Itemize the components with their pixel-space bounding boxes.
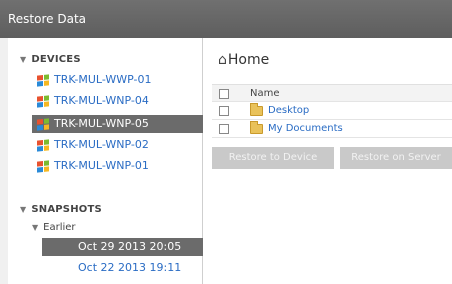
device-label: TRK-MUL-WNP-05 <box>54 117 149 130</box>
row-checkbox[interactable] <box>219 124 229 134</box>
windows-icon <box>37 139 49 152</box>
window-title: Restore Data <box>0 0 452 38</box>
table-header: Name <box>212 84 452 102</box>
main-panel: ⌂Home Name Desktop My Documents Restore … <box>204 38 452 284</box>
device-label: TRK-MUL-WNP-04 <box>54 94 149 107</box>
breadcrumb-label: Home <box>227 52 270 68</box>
action-bar: Restore to Device Restore on Server <box>212 147 452 169</box>
file-name-link[interactable]: My Documents <box>268 120 343 138</box>
device-label: TRK-MUL-WWP-01 <box>54 73 152 86</box>
folder-icon <box>250 121 263 134</box>
restore-to-device-button[interactable]: Restore to Device <box>212 147 334 169</box>
snapshot-item-1[interactable]: Oct 29 2013 20:05 <box>42 238 203 256</box>
device-item-2[interactable]: TRK-MUL-WNP-04 <box>32 92 203 110</box>
triangle-down-icon: ▼ <box>20 205 27 214</box>
column-header-name[interactable]: Name <box>250 85 280 103</box>
file-table: Name Desktop My Documents <box>212 84 452 138</box>
device-item-1[interactable]: TRK-MUL-WWP-01 <box>32 71 203 89</box>
triangle-down-icon: ▼ <box>32 223 39 232</box>
breadcrumb[interactable]: ⌂Home <box>218 52 269 68</box>
restore-on-server-button[interactable]: Restore on Server <box>340 147 452 169</box>
device-label: TRK-MUL-WNP-02 <box>54 138 149 151</box>
windows-icon <box>37 118 49 131</box>
row-checkbox[interactable] <box>219 106 229 116</box>
devices-header-label: DEVICES <box>31 54 81 65</box>
snapshots-header-label: SNAPSHOTS <box>31 204 102 215</box>
snapshot-group-label: Earlier <box>43 222 76 233</box>
device-item-4[interactable]: TRK-MUL-WNP-02 <box>32 136 203 154</box>
select-all-checkbox[interactable] <box>219 89 229 99</box>
devices-header[interactable]: ▼ DEVICES <box>20 54 81 65</box>
table-row[interactable]: Desktop <box>212 102 452 120</box>
table-row[interactable]: My Documents <box>212 120 452 138</box>
sidebar: ▼ DEVICES TRK-MUL-WWP-01 TRK-MUL-WNP-04 T… <box>0 38 203 284</box>
snapshots-header[interactable]: ▼ SNAPSHOTS <box>20 204 102 215</box>
snapshot-group-earlier[interactable]: ▼ Earlier <box>32 222 76 233</box>
folder-icon <box>250 103 263 116</box>
triangle-down-icon: ▼ <box>20 55 27 64</box>
windows-icon <box>37 160 49 173</box>
windows-icon <box>37 74 49 87</box>
home-icon: ⌂ <box>218 52 227 68</box>
device-item-3[interactable]: TRK-MUL-WNP-05 <box>32 115 203 133</box>
snapshot-item-2[interactable]: Oct 22 2013 19:11 <box>42 259 203 277</box>
file-name-link[interactable]: Desktop <box>268 102 309 120</box>
windows-icon <box>37 95 49 108</box>
device-item-5[interactable]: TRK-MUL-WNP-01 <box>32 157 203 175</box>
device-label: TRK-MUL-WNP-01 <box>54 159 149 172</box>
